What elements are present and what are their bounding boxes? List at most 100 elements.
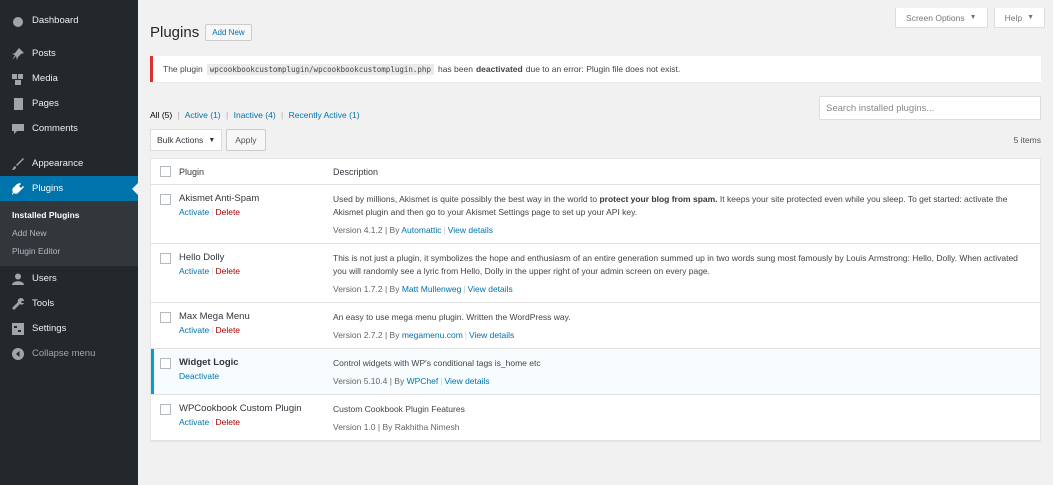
notice-text: The plugin [163, 64, 203, 74]
plugin-version: Version 5.10.4 | By WPChef | View details [333, 376, 490, 386]
sidebar-item-label: Settings [32, 323, 67, 334]
plugins-table: Plugin Description Akismet Anti-Spam Act… [150, 158, 1041, 442]
plugins-submenu: Installed Plugins Add New Plugin Editor [0, 201, 138, 266]
table-row: Akismet Anti-Spam Activate | Delete Used b… [151, 185, 1040, 244]
filter-recently-active[interactable]: Recently Active (1) [289, 110, 360, 120]
filter-label: Active [184, 110, 208, 120]
row-checkbox[interactable] [159, 312, 171, 323]
table-row: WPCookbook Custom Plugin Activate | Delete… [151, 395, 1040, 441]
sidebar-item-plugins[interactable]: Plugins [0, 176, 138, 201]
sidebar-item-label: Comments [32, 123, 78, 134]
plugin-name: Max Mega Menu [179, 311, 250, 322]
bulk-actions-select[interactable]: Bulk Actions ▼ [150, 129, 223, 151]
settings-icon [12, 322, 24, 335]
plugin-description: Used by millions, Akismet is quite possi… [333, 193, 1032, 219]
submenu-plugin-editor[interactable]: Plugin Editor [0, 242, 138, 260]
brush-icon [12, 157, 24, 170]
notice-text: due to an error: Plugin file does not ex… [525, 64, 681, 74]
sidebar-item-posts[interactable]: Posts [0, 41, 138, 66]
activate-link[interactable]: Activate [179, 325, 209, 335]
sidebar-item-appearance[interactable]: Appearance [0, 151, 138, 176]
row-checkbox[interactable] [159, 404, 171, 415]
view-details-link[interactable]: View details [469, 330, 514, 340]
activate-link[interactable]: Activate [179, 417, 209, 427]
search-input[interactable]: Search installed plugins... [819, 96, 1041, 120]
plugin-name: Akismet Anti-Spam [179, 193, 260, 204]
delete-link[interactable]: Delete [215, 207, 240, 217]
filter-count: (5) [161, 110, 173, 120]
delete-link[interactable]: Delete [215, 266, 240, 276]
view-details-link[interactable]: View details [444, 376, 489, 386]
separator: | [177, 110, 180, 120]
collapse-menu-button[interactable]: Collapse menu [0, 341, 138, 366]
author-link[interactable]: Matt Mullenweg [402, 284, 462, 294]
select-all-checkbox[interactable] [159, 166, 171, 177]
submenu-add-new[interactable]: Add New [0, 224, 138, 242]
description-emphasis: protect your blog from spam. [599, 194, 718, 204]
view-details-link[interactable]: View details [448, 225, 493, 235]
author-link[interactable]: megamenu.com [402, 330, 463, 340]
table-row: Hello Dolly Activate | Delete This is not … [151, 244, 1040, 303]
submenu-installed-plugins[interactable]: Installed Plugins [0, 206, 138, 224]
screen-options-button[interactable]: Screen Options ▼ [895, 8, 988, 28]
view-details-link[interactable]: View details [468, 284, 513, 294]
sidebar-item-settings[interactable]: Settings [0, 316, 138, 341]
filter-label: Inactive [233, 110, 263, 120]
add-new-button[interactable]: Add New [205, 24, 252, 41]
media-icon [12, 73, 24, 85]
screen-meta-links: Screen Options ▼ Help ▼ [895, 8, 1045, 28]
sidebar-item-users[interactable]: Users [0, 266, 138, 291]
wrench-icon [12, 297, 24, 310]
sidebar-item-comments[interactable]: Comments [0, 116, 138, 141]
plugin-status-filters: All (5) | Active (1) | Inactive (4) | Re… [150, 110, 360, 120]
sidebar-item-label: Posts [32, 48, 56, 59]
collapse-icon [12, 347, 24, 360]
filter-active[interactable]: Active (1) [185, 110, 221, 120]
version-text: Version 2.7.2 | By [333, 330, 400, 340]
sidebar-item-tools[interactable]: Tools [0, 291, 138, 316]
plugin-name: WPCookbook Custom Plugin [179, 403, 302, 414]
user-icon [12, 273, 24, 285]
sidebar-item-label: Tools [32, 298, 55, 309]
filter-count: (4) [265, 110, 276, 120]
apply-button[interactable]: Apply [226, 129, 266, 151]
help-button[interactable]: Help ▼ [993, 8, 1045, 28]
filter-label: Recently Active [288, 110, 347, 120]
delete-link[interactable]: Delete [215, 417, 240, 427]
author-link[interactable]: WPChef [407, 376, 439, 386]
admin-sidebar: Dashboard Posts Media Pages Comments App… [0, 0, 138, 485]
row-checkbox[interactable] [159, 358, 171, 369]
sidebar-item-pages[interactable]: Pages [0, 91, 138, 116]
notice-text: has been [437, 64, 473, 74]
activate-link[interactable]: Activate [179, 207, 209, 217]
plugin-icon [12, 182, 24, 195]
notice-status: deactivated [475, 64, 523, 74]
sidebar-item-label: Media [32, 73, 58, 84]
activate-link[interactable]: Activate [179, 266, 209, 276]
delete-link[interactable]: Delete [215, 325, 240, 335]
chevron-down-icon: ▼ [969, 14, 977, 21]
row-checkbox[interactable] [159, 253, 171, 264]
sidebar-item-dashboard[interactable]: Dashboard [0, 8, 138, 33]
filter-all[interactable]: All (5) [150, 110, 172, 120]
plugin-description: This is not just a plugin, it symbolizes… [333, 253, 1018, 276]
sidebar-item-label: Users [32, 273, 57, 284]
sidebar-item-media[interactable]: Media [0, 66, 138, 91]
column-header-plugin[interactable]: Plugin [179, 167, 333, 177]
plugin-version: Version 4.1.2 | By Automattic | View detai… [333, 225, 493, 235]
author-link[interactable]: Automattic [401, 225, 441, 235]
version-text: Version 1.7.2 | By [333, 284, 400, 294]
filter-count: (1) [210, 110, 221, 120]
plugin-name: Hello Dolly [179, 252, 225, 263]
main-content: Screen Options ▼ Help ▼ Plugins Add New Th… [138, 0, 1053, 485]
page-title-wrap: Plugins Add New [150, 24, 252, 41]
filter-inactive[interactable]: Inactive (4) [234, 110, 276, 120]
deactivate-link[interactable]: Deactivate [179, 371, 219, 381]
chevron-down-icon: ▼ [1027, 14, 1034, 21]
dashboard-icon [12, 15, 24, 27]
version-text: Version 4.1.2 | By [333, 225, 400, 235]
table-header: Plugin Description [151, 159, 1040, 185]
table-row-active: Widget Logic Deactivate Control widgets … [151, 349, 1040, 395]
filter-label: All [150, 110, 160, 120]
row-checkbox[interactable] [159, 194, 171, 205]
